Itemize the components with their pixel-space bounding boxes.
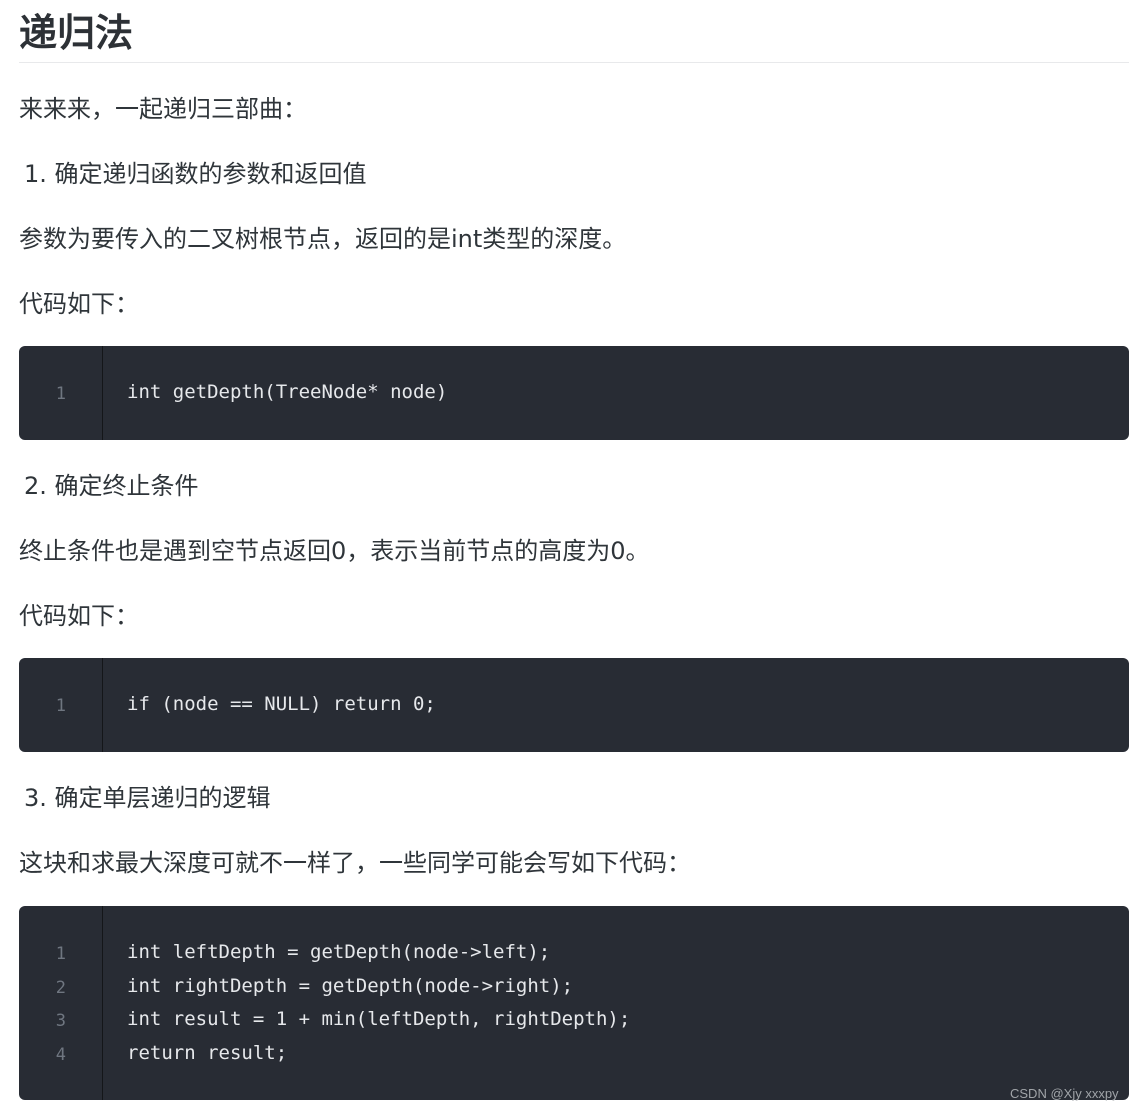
heading-divider [19, 62, 1129, 63]
code-block-1: 1 int getDepth(TreeNode* node) [19, 346, 1129, 440]
line-number: 1 [55, 384, 66, 404]
line-number-gutter: 1 2 3 4 [19, 906, 103, 1100]
code-intro-2: 代码如下： [19, 602, 139, 630]
line-number: 1 [55, 696, 66, 716]
step-1-description: 参数为要传入的二叉树根节点，返回的是int类型的深度。 [19, 225, 627, 253]
step-1-title: 1. 确定递归函数的参数和返回值 [24, 160, 367, 188]
code-intro-1: 代码如下： [19, 290, 139, 318]
code-line: int result = 1 + min(leftDepth, rightDep… [127, 1008, 631, 1030]
code-line: int rightDepth = getDepth(node->right); [127, 974, 574, 997]
line-number-gutter: 1 [19, 346, 103, 440]
intro-paragraph: 来来来，一起递归三部曲： [19, 95, 307, 123]
step-2-description: 终止条件也是遇到空节点返回0，表示当前节点的高度为0。 [19, 537, 650, 565]
step-2-title: 2. 确定终止条件 [24, 472, 199, 500]
section-heading: 递归法 [19, 11, 134, 55]
line-number: 1 [55, 944, 66, 964]
line-number: 3 [55, 1011, 66, 1031]
line-number: 2 [55, 977, 66, 998]
code-block-3: 1 2 3 4 int leftDepth = getDepth(node->l… [19, 906, 1129, 1100]
code-block-2: 1 if (node == NULL) return 0; [19, 658, 1129, 752]
line-number-gutter: 1 [19, 658, 103, 752]
code-line: int getDepth(TreeNode* node) [127, 381, 448, 403]
code-line: return result; [127, 1041, 288, 1064]
step-3-title: 3. 确定单层递归的逻辑 [24, 784, 271, 812]
code-line: int leftDepth = getDepth(node->left); [127, 941, 551, 963]
step-3-description: 这块和求最大深度可就不一样了，一些同学可能会写如下代码： [19, 849, 691, 877]
watermark: CSDN @Xjy xxxpy [1010, 1086, 1119, 1101]
line-number: 4 [55, 1044, 66, 1065]
code-line: if (node == NULL) return 0; [127, 693, 436, 715]
